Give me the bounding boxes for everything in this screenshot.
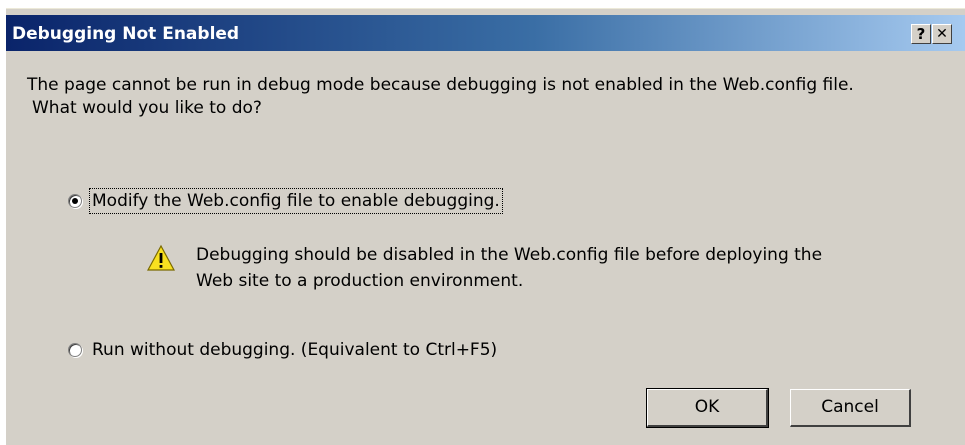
radio-modify-webconfig[interactable] [68, 194, 82, 208]
cancel-button[interactable]: Cancel [790, 389, 911, 427]
warning-icon [147, 244, 175, 271]
option-modify-label[interactable]: Modify the Web.config file to enable deb… [89, 188, 503, 214]
title-bar[interactable]: Debugging Not Enabled ? ✕ [6, 15, 965, 51]
radio-selected-dot [72, 198, 78, 204]
warning-text: Debugging should be disabled in the Web.… [196, 242, 822, 294]
message-line-1: The page cannot be run in debug mode bec… [27, 75, 854, 95]
warning-note: Debugging should be disabled in the Web.… [147, 242, 887, 294]
help-button[interactable]: ? [911, 24, 931, 44]
close-button[interactable]: ✕ [932, 24, 952, 44]
warning-line-2: Web site to a production environment. [196, 271, 524, 291]
dialog-title: Debugging Not Enabled [12, 24, 240, 44]
radio-run-without-debugging[interactable] [68, 343, 82, 357]
ok-button[interactable]: OK [646, 388, 769, 428]
option-run-label[interactable]: Run without debugging. (Equivalent to Ct… [92, 340, 497, 360]
message-line-2: What would you like to do? [32, 98, 262, 118]
option-modify-webconfig[interactable]: Modify the Web.config file to enable deb… [68, 188, 503, 214]
debugging-dialog: Debugging Not Enabled ? ✕ The page canno… [6, 8, 965, 445]
dialog-message: The page cannot be run in debug mode bec… [27, 74, 962, 120]
warning-line-1: Debugging should be disabled in the Web.… [196, 245, 823, 265]
option-run-without-debugging[interactable]: Run without debugging. (Equivalent to Ct… [68, 340, 497, 360]
